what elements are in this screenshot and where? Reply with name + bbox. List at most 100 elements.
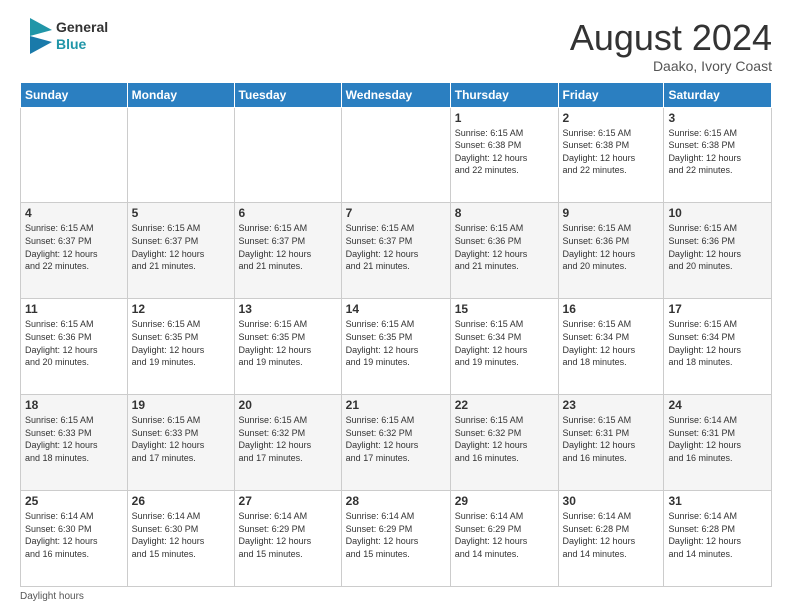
day-number: 6 [239,206,337,220]
day-cell: 14 Sunrise: 6:15 AMSunset: 6:35 PMDayligh… [341,299,450,395]
day-number: 21 [346,398,446,412]
day-cell: 13 Sunrise: 6:15 AMSunset: 6:35 PMDayligh… [234,299,341,395]
day-info: Sunrise: 6:15 AMSunset: 6:37 PMDaylight:… [25,222,123,272]
day-cell: 23Sunrise: 6:15 AMSunset: 6:31 PMDayligh… [558,395,664,491]
day-cell: 4 Sunrise: 6:15 AMSunset: 6:37 PMDaylight… [21,203,128,299]
page: GeneralBlue August 2024 Daako, Ivory Coa… [0,0,792,612]
day-cell: 8 Sunrise: 6:15 AMSunset: 6:36 PMDaylight… [450,203,558,299]
day-cell: 17Sunrise: 6:15 AMSunset: 6:34 PMDayligh… [664,299,772,395]
header: GeneralBlue August 2024 Daako, Ivory Coa… [20,18,772,74]
day-cell: 21 Sunrise: 6:15 AMSunset: 6:32 PMDayligh… [341,395,450,491]
day-cell: 24Sunrise: 6:14 AMSunset: 6:31 PMDayligh… [664,395,772,491]
day-info: Sunrise: 6:15 AMSunset: 6:33 PMDaylight:… [132,414,230,464]
day-cell: 6 Sunrise: 6:15 AMSunset: 6:37 PMDaylight… [234,203,341,299]
day-info: Sunrise: 6:15 AMSunset: 6:34 PMDaylight:… [455,318,554,368]
day-cell [127,107,234,203]
day-number: 24 [668,398,767,412]
day-cell: 12 Sunrise: 6:15 AMSunset: 6:35 PMDayligh… [127,299,234,395]
day-info: Sunrise: 6:15 AMSunset: 6:31 PMDaylight:… [563,414,660,464]
logo-text-general: General [56,19,108,36]
day-cell: 20 Sunrise: 6:15 AMSunset: 6:32 PMDayligh… [234,395,341,491]
day-info: Sunrise: 6:15 AMSunset: 6:35 PMDaylight:… [239,318,337,368]
day-cell: 28 Sunrise: 6:14 AMSunset: 6:29 PMDayligh… [341,491,450,587]
day-cell: 2 Sunrise: 6:15 AMSunset: 6:38 PMDaylight… [558,107,664,203]
location: Daako, Ivory Coast [570,58,772,74]
day-info: Sunrise: 6:15 AMSunset: 6:37 PMDaylight:… [132,222,230,272]
footer-note: Daylight hours [20,591,772,602]
day-cell: 25 Sunrise: 6:14 AMSunset: 6:30 PMDayligh… [21,491,128,587]
day-number: 25 [25,494,123,508]
col-header-thursday: Thursday [450,82,558,107]
day-info: Sunrise: 6:14 AMSunset: 6:28 PMDaylight:… [563,510,660,560]
month-year: August 2024 [570,18,772,58]
day-info: Sunrise: 6:15 AMSunset: 6:32 PMDaylight:… [455,414,554,464]
logo: GeneralBlue [20,18,108,54]
day-number: 26 [132,494,230,508]
day-info: Sunrise: 6:15 AMSunset: 6:36 PMDaylight:… [25,318,123,368]
day-cell: 31 Sunrise: 6:14 AMSunset: 6:28 PMDayligh… [664,491,772,587]
day-info: Sunrise: 6:15 AMSunset: 6:32 PMDaylight:… [346,414,446,464]
col-header-tuesday: Tuesday [234,82,341,107]
day-cell: 5 Sunrise: 6:15 AMSunset: 6:37 PMDaylight… [127,203,234,299]
day-info: Sunrise: 6:15 AMSunset: 6:37 PMDaylight:… [346,222,446,272]
day-cell: 3 Sunrise: 6:15 AMSunset: 6:38 PMDaylight… [664,107,772,203]
day-number: 12 [132,302,230,316]
day-number: 5 [132,206,230,220]
week-row-3: 11Sunrise: 6:15 AMSunset: 6:36 PMDayligh… [21,299,772,395]
col-header-friday: Friday [558,82,664,107]
day-number: 14 [346,302,446,316]
day-info: Sunrise: 6:15 AMSunset: 6:35 PMDaylight:… [346,318,446,368]
day-info: Sunrise: 6:15 AMSunset: 6:37 PMDaylight:… [239,222,337,272]
calendar-table: SundayMondayTuesdayWednesdayThursdayFrid… [20,82,772,587]
day-info: Sunrise: 6:14 AMSunset: 6:30 PMDaylight:… [25,510,123,560]
day-info: Sunrise: 6:15 AMSunset: 6:38 PMDaylight:… [563,127,660,177]
day-number: 7 [346,206,446,220]
day-info: Sunrise: 6:14 AMSunset: 6:30 PMDaylight:… [132,510,230,560]
day-info: Sunrise: 6:15 AMSunset: 6:33 PMDaylight:… [25,414,123,464]
day-cell: 11Sunrise: 6:15 AMSunset: 6:36 PMDayligh… [21,299,128,395]
day-cell: 19 Sunrise: 6:15 AMSunset: 6:33 PMDayligh… [127,395,234,491]
day-cell [341,107,450,203]
day-number: 2 [563,111,660,125]
day-number: 29 [455,494,554,508]
day-number: 4 [25,206,123,220]
day-cell: 15 Sunrise: 6:15 AMSunset: 6:34 PMDayligh… [450,299,558,395]
day-info: Sunrise: 6:14 AMSunset: 6:29 PMDaylight:… [346,510,446,560]
day-number: 31 [668,494,767,508]
day-info: Sunrise: 6:15 AMSunset: 6:34 PMDaylight:… [668,318,767,368]
day-number: 3 [668,111,767,125]
day-cell [21,107,128,203]
day-info: Sunrise: 6:15 AMSunset: 6:32 PMDaylight:… [239,414,337,464]
day-number: 10 [668,206,767,220]
day-cell: 29Sunrise: 6:14 AMSunset: 6:29 PMDayligh… [450,491,558,587]
day-cell: 7 Sunrise: 6:15 AMSunset: 6:37 PMDaylight… [341,203,450,299]
day-cell: 9Sunrise: 6:15 AMSunset: 6:36 PMDaylight… [558,203,664,299]
day-number: 20 [239,398,337,412]
day-number: 8 [455,206,554,220]
day-info: Sunrise: 6:15 AMSunset: 6:38 PMDaylight:… [668,127,767,177]
logo-text-blue: Blue [56,36,108,53]
day-number: 15 [455,302,554,316]
day-info: Sunrise: 6:14 AMSunset: 6:28 PMDaylight:… [668,510,767,560]
week-row-2: 4 Sunrise: 6:15 AMSunset: 6:37 PMDaylight… [21,203,772,299]
col-header-saturday: Saturday [664,82,772,107]
week-row-5: 25 Sunrise: 6:14 AMSunset: 6:30 PMDayligh… [21,491,772,587]
day-cell: 30Sunrise: 6:14 AMSunset: 6:28 PMDayligh… [558,491,664,587]
day-number: 18 [25,398,123,412]
calendar-header-row: SundayMondayTuesdayWednesdayThursdayFrid… [21,82,772,107]
day-cell: 22 Sunrise: 6:15 AMSunset: 6:32 PMDayligh… [450,395,558,491]
day-number: 19 [132,398,230,412]
day-info: Sunrise: 6:15 AMSunset: 6:36 PMDaylight:… [668,222,767,272]
col-header-sunday: Sunday [21,82,128,107]
day-number: 13 [239,302,337,316]
day-number: 1 [455,111,554,125]
day-cell: 16Sunrise: 6:15 AMSunset: 6:34 PMDayligh… [558,299,664,395]
day-cell: 26 Sunrise: 6:14 AMSunset: 6:30 PMDayligh… [127,491,234,587]
day-info: Sunrise: 6:15 AMSunset: 6:34 PMDaylight:… [563,318,660,368]
day-number: 9 [563,206,660,220]
day-info: Sunrise: 6:15 AMSunset: 6:35 PMDaylight:… [132,318,230,368]
day-number: 22 [455,398,554,412]
week-row-4: 18 Sunrise: 6:15 AMSunset: 6:33 PMDayligh… [21,395,772,491]
day-number: 28 [346,494,446,508]
day-info: Sunrise: 6:15 AMSunset: 6:36 PMDaylight:… [455,222,554,272]
